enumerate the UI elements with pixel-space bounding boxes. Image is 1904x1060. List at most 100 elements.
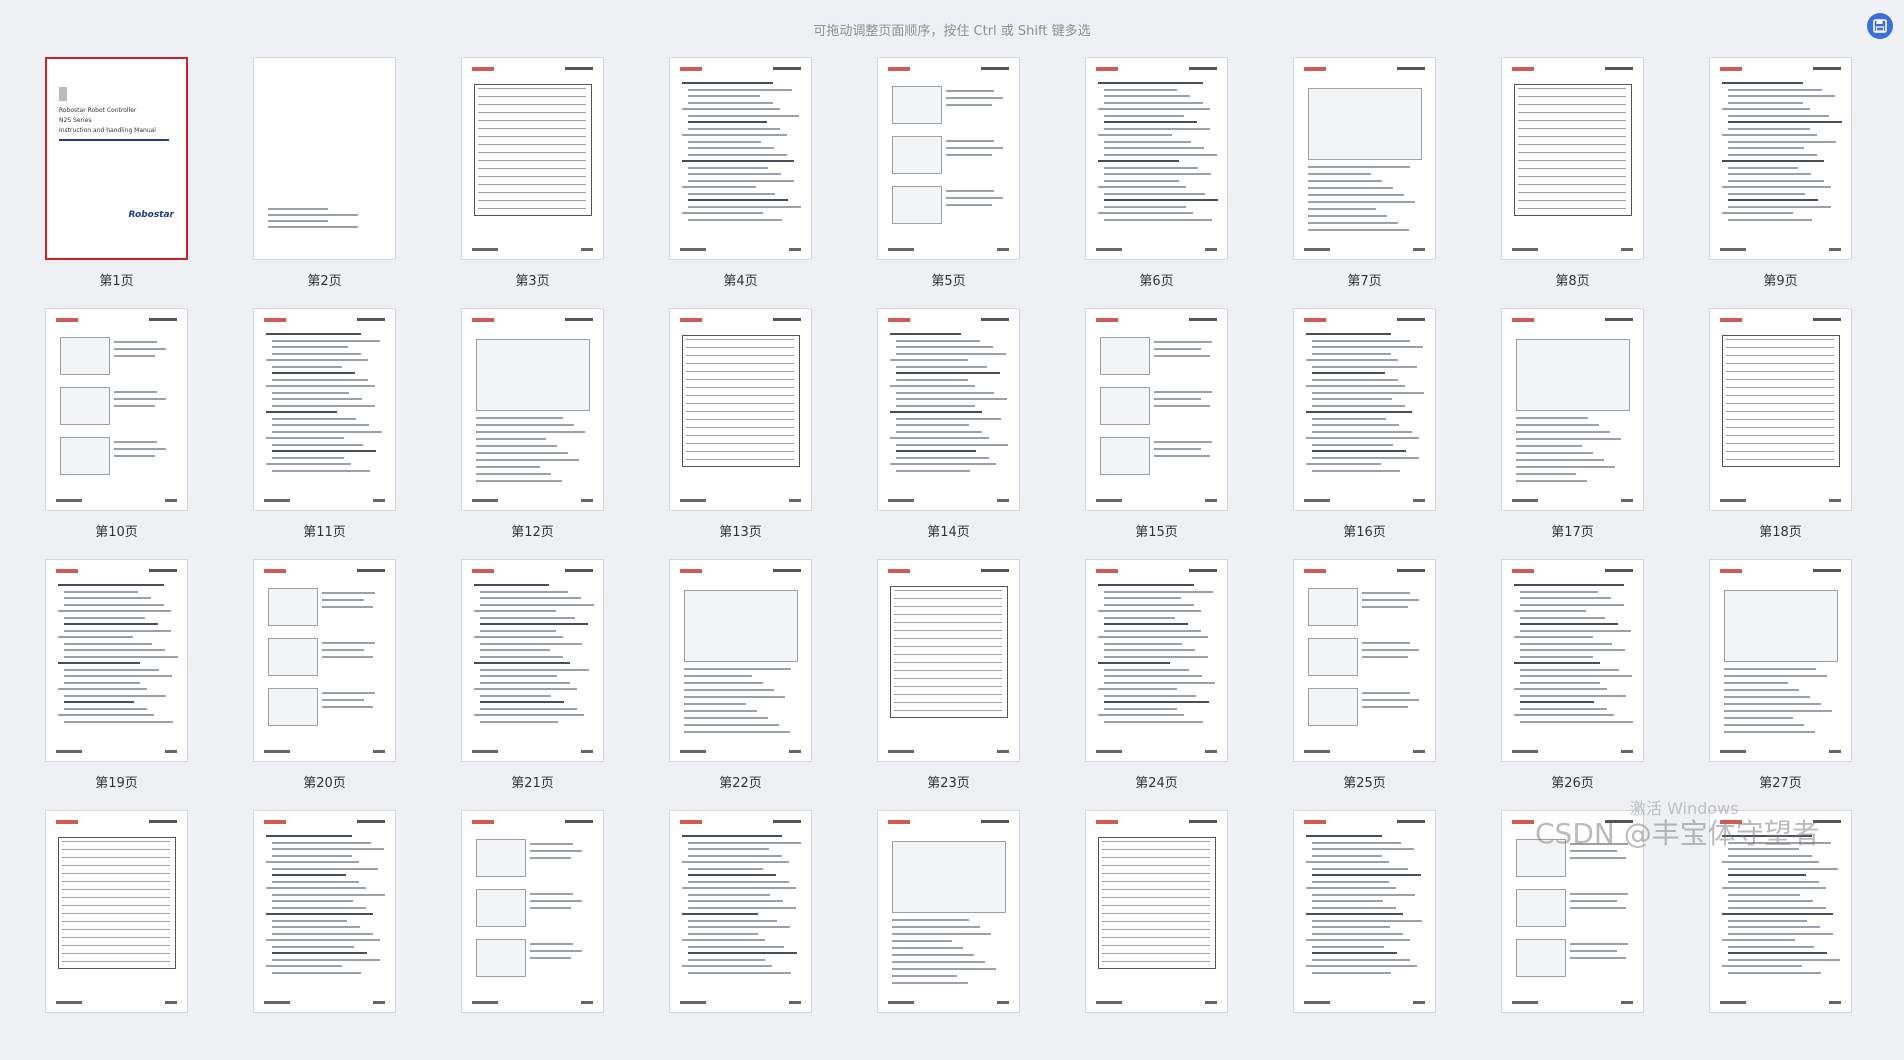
page-text-line <box>64 668 159 671</box>
page-thumbnail-image[interactable] <box>877 810 1020 1013</box>
page-thumbnail-image[interactable] <box>45 559 188 762</box>
page-thumbnail-image[interactable] <box>253 57 396 260</box>
page-footer <box>1512 248 1633 251</box>
table-row-line <box>478 88 586 89</box>
page-text-line <box>1728 205 1831 208</box>
page-thumbnail-item[interactable]: 第14页 <box>832 308 1040 558</box>
page-text-line <box>1724 682 1788 684</box>
page-thumbnail-item[interactable]: 第21页 <box>416 559 624 809</box>
page-thumbnail-item[interactable]: 第24页 <box>1040 559 1248 809</box>
page-text-line <box>688 88 792 91</box>
page-thumbnail-image[interactable] <box>1085 559 1228 762</box>
page-thumbnail-item[interactable]: 第9页 <box>1664 57 1872 307</box>
page-text-line <box>474 636 563 638</box>
page-thumbnail-image[interactable]: Robostar Robot Controller N2S Series Instr… <box>45 57 188 260</box>
page-thumbnail-item[interactable] <box>0 810 208 1060</box>
page-thumbnail-item[interactable]: 第3页 <box>416 57 624 307</box>
page-thumbnail-item[interactable]: Robostar Robot Controller N2S Series Instr… <box>0 57 208 307</box>
page-thumbnail-image[interactable] <box>877 559 1020 762</box>
page-text-line <box>892 919 969 921</box>
page-thumbnail-image[interactable] <box>461 810 604 1013</box>
page-thumbnail-item[interactable]: 第22页 <box>624 559 832 809</box>
page-thumbnail-image[interactable] <box>1293 559 1436 762</box>
page-thumbnail-image[interactable] <box>669 308 812 511</box>
page-thumbnail-image[interactable] <box>1709 559 1852 762</box>
table-row-line <box>1102 905 1210 906</box>
page-thumbnail-image[interactable] <box>1709 57 1852 260</box>
page-thumbnail-item[interactable]: 第18页 <box>1664 308 1872 558</box>
page-thumbnail-image[interactable] <box>1293 810 1436 1013</box>
page-thumbnail-item[interactable]: 第6页 <box>1040 57 1248 307</box>
page-thumbnail-item[interactable]: 第15页 <box>1040 308 1248 558</box>
page-thumbnail-image[interactable] <box>253 810 396 1013</box>
page-thumbnail-image[interactable] <box>1293 308 1436 511</box>
page-thumbnail-item[interactable]: 第13页 <box>624 308 832 558</box>
page-thumbnail-image[interactable] <box>1085 308 1228 511</box>
page-thumbnail-image[interactable] <box>669 57 812 260</box>
page-text-line <box>272 443 363 446</box>
page-thumbnail-image[interactable] <box>1709 308 1852 511</box>
page-thumbnail-image[interactable] <box>1293 57 1436 260</box>
page-thumbnail-item[interactable]: 第23页 <box>832 559 1040 809</box>
page-thumbnail-item[interactable]: 第27页 <box>1664 559 1872 809</box>
page-thumbnail-image[interactable] <box>45 810 188 1013</box>
page-thumbnail-image[interactable] <box>1501 308 1644 511</box>
page-text-line <box>688 192 775 195</box>
page-text-line <box>684 724 779 726</box>
page-text-line <box>272 417 356 420</box>
page-text-line <box>1724 668 1816 670</box>
table-row-line <box>62 929 170 930</box>
page-thumbnail-image[interactable] <box>461 57 604 260</box>
page-thumbnail-item[interactable]: 第19页 <box>0 559 208 809</box>
page-number-label: 第20页 <box>303 776 346 791</box>
page-thumbnail-item[interactable] <box>208 810 416 1060</box>
save-button[interactable] <box>1867 13 1893 39</box>
page-thumbnail-image[interactable] <box>45 308 188 511</box>
page-figure <box>476 839 526 877</box>
page-thumbnail-item[interactable]: 第26页 <box>1456 559 1664 809</box>
page-text-line <box>1098 636 1208 638</box>
page-thumbnail-item[interactable]: 第2页 <box>208 57 416 307</box>
page-thumbnail-image[interactable] <box>1501 57 1644 260</box>
page-thumbnail-image[interactable] <box>877 57 1020 260</box>
page-footer <box>1304 750 1425 753</box>
page-thumbnail-item[interactable] <box>1248 810 1456 1060</box>
page-text-line <box>266 861 359 863</box>
page-thumbnail-image[interactable] <box>669 559 812 762</box>
page-thumbnail-item[interactable]: 第12页 <box>416 308 624 558</box>
page-text-line <box>1104 192 1205 195</box>
page-thumbnail-image[interactable] <box>461 308 604 511</box>
page-text-line <box>896 365 987 368</box>
page-thumbnail-image[interactable] <box>877 308 1020 511</box>
page-thumbnail-item[interactable] <box>624 810 832 1060</box>
page-thumbnail-item[interactable]: 第7页 <box>1248 57 1456 307</box>
page-thumbnail-item[interactable]: 第20页 <box>208 559 416 809</box>
page-thumbnail-item[interactable] <box>832 810 1040 1060</box>
page-text-line <box>272 926 360 928</box>
page-text-line <box>1306 939 1410 941</box>
page-thumbnail-image[interactable] <box>253 308 396 511</box>
table-row-line <box>1518 152 1626 153</box>
page-thumbnail-image[interactable] <box>1085 810 1228 1013</box>
page-text-line <box>266 887 366 889</box>
page-text-line <box>480 694 551 697</box>
page-thumbnail-item[interactable]: 第17页 <box>1456 308 1664 558</box>
page-thumbnail-item[interactable] <box>1040 810 1248 1060</box>
page-thumbnail-item[interactable]: 第10页 <box>0 308 208 558</box>
page-text-line <box>272 450 376 452</box>
page-thumbnail-item[interactable] <box>416 810 624 1060</box>
page-thumbnail-item[interactable]: 第11页 <box>208 308 416 558</box>
page-thumbnail-item[interactable]: 第16页 <box>1248 308 1456 558</box>
page-thumbnail-item[interactable]: 第8页 <box>1456 57 1664 307</box>
page-thumbnail-item[interactable]: 第25页 <box>1248 559 1456 809</box>
cover-graphic <box>59 87 67 101</box>
page-thumbnail-item[interactable]: 第5页 <box>832 57 1040 307</box>
page-text-line <box>266 965 342 967</box>
page-thumbnail-image[interactable] <box>1501 559 1644 762</box>
page-thumbnail-image[interactable] <box>1085 57 1228 260</box>
page-text-line <box>890 411 982 413</box>
page-thumbnail-image[interactable] <box>461 559 604 762</box>
page-thumbnail-item[interactable]: 第4页 <box>624 57 832 307</box>
page-thumbnail-image[interactable] <box>253 559 396 762</box>
page-thumbnail-image[interactable] <box>669 810 812 1013</box>
